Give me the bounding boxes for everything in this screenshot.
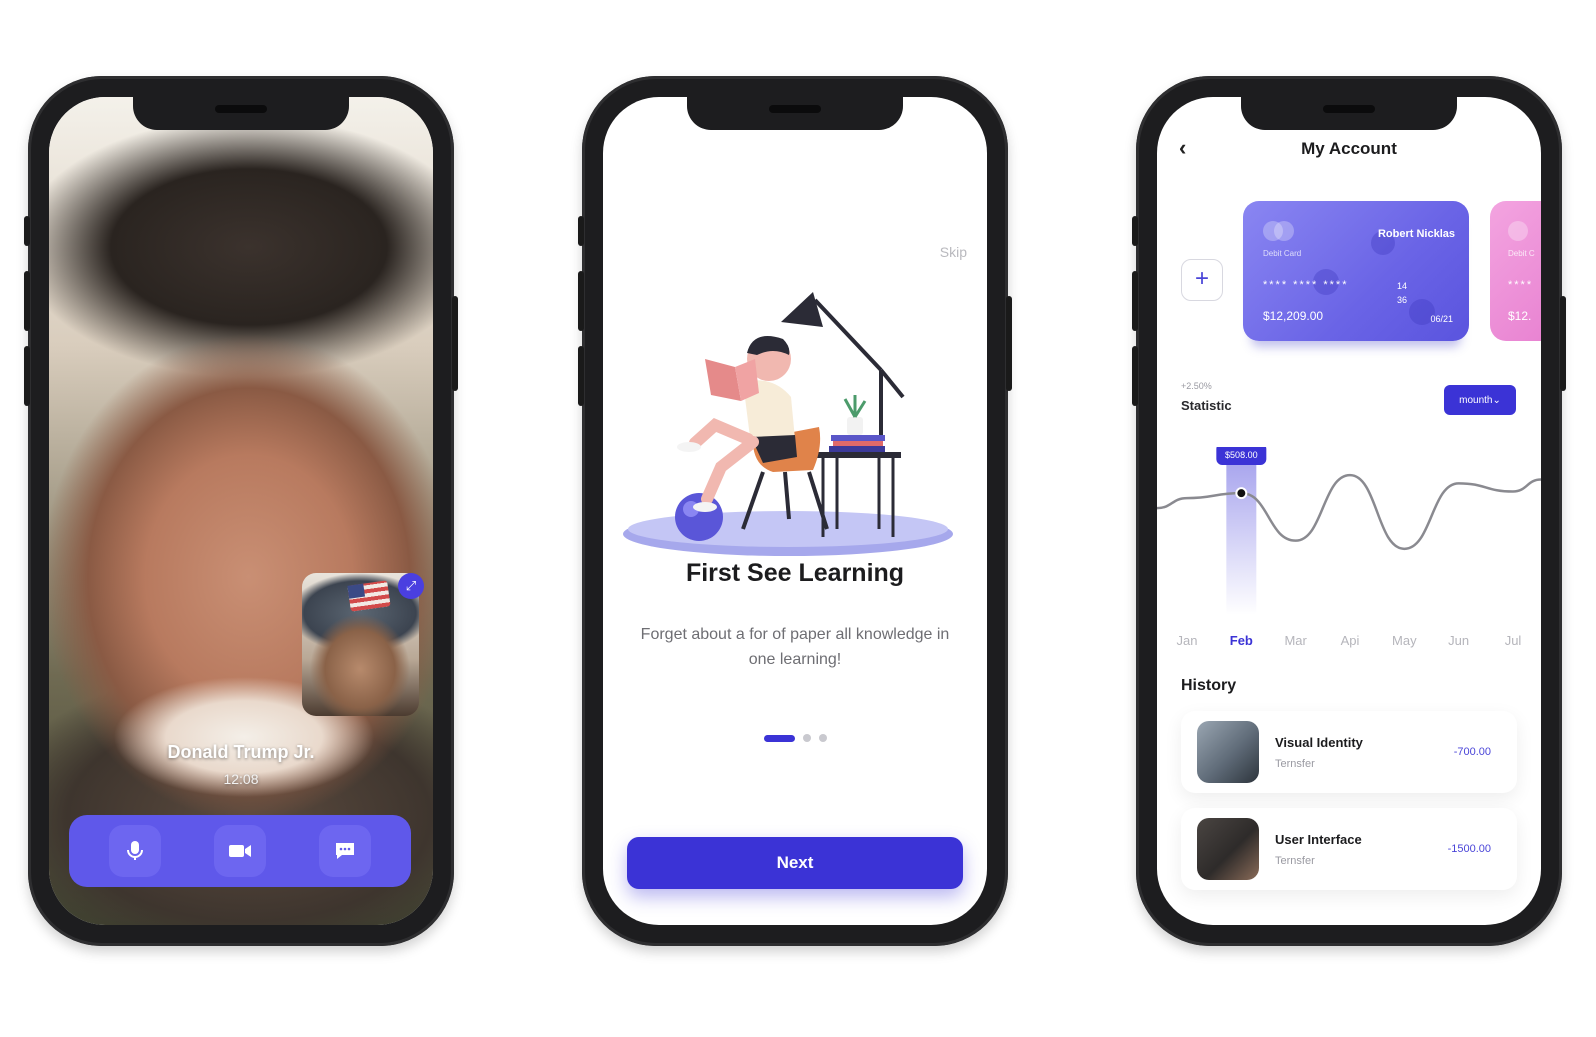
expand-icon[interactable]: ⤢ — [398, 573, 424, 599]
statistic-change: +2.50% — [1181, 381, 1212, 391]
history-item[interactable]: User Interface Ternsfer -1500.00 — [1181, 808, 1517, 890]
chart-x-tick-label: Jan — [1177, 633, 1198, 648]
page-indicator — [603, 734, 987, 742]
chart-tooltip-label: $508.00 — [1225, 450, 1258, 460]
microphone-icon — [127, 841, 143, 860]
statistic-label: Statistic — [1181, 398, 1232, 413]
page-dot[interactable] — [818, 734, 827, 742]
card-number-last: 1436 — [1397, 281, 1408, 305]
period-label: mounth — [1459, 394, 1493, 406]
phone-video-call: ⤢ Donald Trump Jr. 12:08 — [24, 76, 458, 946]
video-call-screen: ⤢ Donald Trump Jr. 12:08 — [49, 97, 433, 925]
period-dropdown[interactable]: mounth⌄ — [1444, 385, 1516, 415]
chat-button[interactable] — [319, 825, 371, 877]
video-button[interactable] — [214, 825, 266, 877]
history-item-sub: Ternsfer — [1275, 758, 1315, 770]
chart-x-tick-label: Feb — [1230, 633, 1253, 648]
page-dot-active[interactable] — [763, 734, 795, 742]
chevron-down-icon: ⌄ — [1492, 394, 1501, 406]
chart-x-tick-label: Jun — [1448, 633, 1469, 648]
caller-name: Donald Trump Jr. — [167, 742, 315, 762]
account-screen: ‹ My Account + Debit Card Robert Nicklas… — [1157, 97, 1541, 925]
onboarding-screen: Skip First See Learning Forget about a f… — [603, 97, 987, 925]
card-balance: $12. — [1508, 309, 1532, 323]
chart-highlight-band — [1226, 455, 1257, 615]
skip-link[interactable]: Skip — [940, 244, 967, 260]
microphone-button[interactable] — [109, 825, 161, 877]
notch — [133, 97, 349, 130]
card-number-masked: **** **** **** — [1263, 279, 1349, 291]
phone-my-account: ‹ My Account + Debit Card Robert Nicklas… — [1132, 76, 1566, 946]
next-button[interactable]: Next — [627, 837, 963, 889]
history-item[interactable]: Visual Identity Ternsfer -700.00 — [1181, 711, 1517, 793]
chart-point-highlight[interactable] — [1235, 487, 1248, 500]
chart-x-tick-label: Api — [1341, 633, 1360, 648]
card-balance: $12,209.00 — [1263, 309, 1324, 323]
card-logo-icon — [1508, 221, 1528, 241]
onboarding-title: First See Learning — [685, 559, 905, 587]
remote-video — [49, 97, 433, 925]
page-title: My Account — [1301, 139, 1397, 158]
secondary-card[interactable]: Debit C **** $12. — [1490, 201, 1541, 341]
history-item-name: User Interface — [1275, 832, 1362, 847]
chat-icon — [336, 843, 354, 859]
phone-onboarding: Skip First See Learning Forget about a f… — [578, 76, 1012, 946]
page-dot[interactable] — [802, 734, 811, 742]
card-type: Debit C — [1508, 249, 1535, 258]
add-card-button[interactable]: + — [1181, 259, 1223, 301]
card-expiry: 06/21 — [1430, 314, 1453, 324]
card-number-masked: **** — [1508, 279, 1534, 291]
call-duration: 12:08 — [223, 771, 259, 787]
chart-x-tick-label: Mar — [1284, 633, 1307, 648]
notch — [687, 97, 903, 130]
chart-x-tick-label: Jul — [1505, 633, 1522, 648]
notch — [1241, 97, 1457, 130]
history-thumbnail — [1197, 818, 1259, 880]
video-camera-icon — [229, 845, 251, 857]
history-item-name: Visual Identity — [1275, 735, 1363, 750]
card-type: Debit Card — [1263, 249, 1302, 258]
card-holder: Robert Nicklas — [1377, 228, 1455, 240]
chart-x-tick-label: May — [1392, 633, 1417, 648]
history-title: History — [1181, 677, 1237, 694]
call-controls — [69, 815, 411, 887]
history-item-amount: -1500.00 — [1447, 843, 1491, 855]
history-thumbnail — [1197, 721, 1259, 783]
reading-illustration — [623, 292, 953, 556]
history-item-sub: Ternsfer — [1275, 855, 1315, 867]
onboarding-description: Forget about a for of paper all knowledg… — [640, 626, 950, 668]
history-item-amount: -700.00 — [1453, 746, 1491, 758]
statistic-chart: $508.00 Jan Feb Mar Api May Jun Jul — [1157, 447, 1541, 648]
debit-card[interactable]: Debit Card Robert Nicklas **** **** ****… — [1243, 201, 1469, 341]
chart-series-line — [1157, 473, 1541, 551]
